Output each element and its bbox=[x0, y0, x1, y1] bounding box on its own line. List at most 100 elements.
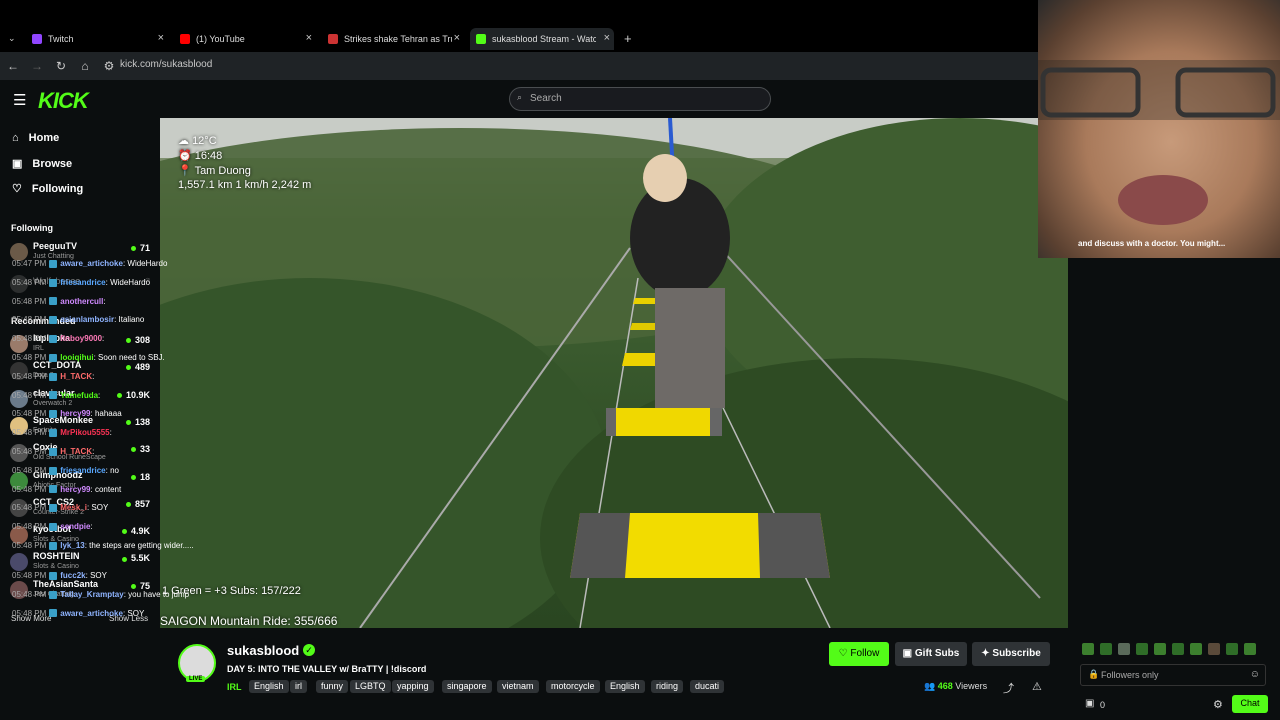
chat-message[interactable]: 05:48 PM friesandrice: no bbox=[12, 466, 204, 476]
chat-message[interactable]: 05:48 PM sendpie: bbox=[12, 522, 204, 532]
chat-username[interactable]: anothercull bbox=[60, 297, 103, 306]
chat-message[interactable]: 05:48 PM Mesk_i: SOY bbox=[12, 503, 204, 513]
chat-username[interactable]: aware_artichoke bbox=[60, 259, 123, 268]
chat-username[interactable]: Yamefuda bbox=[60, 391, 98, 400]
emote-icon[interactable] bbox=[1172, 643, 1184, 655]
share-icon[interactable]: ⤴ bbox=[1003, 680, 1014, 696]
chat-send-button[interactable]: Chat bbox=[1232, 695, 1268, 713]
tab-kick[interactable]: sukasblood Stream - Watch Live × bbox=[470, 28, 614, 50]
tab-list-chevron-icon[interactable]: ⌄ bbox=[8, 33, 16, 44]
chat-message[interactable]: 05:48 PM asianlambosir: Italiano bbox=[12, 315, 204, 325]
home-icon: ⌂ bbox=[12, 132, 19, 144]
new-tab-icon[interactable]: + bbox=[624, 31, 632, 46]
emote-icon[interactable] bbox=[1118, 643, 1130, 655]
reload-icon[interactable]: ↻ bbox=[50, 59, 72, 73]
gift-icon[interactable]: ▣ bbox=[1085, 698, 1094, 709]
chat-username[interactable]: aware_artichoke bbox=[60, 609, 123, 618]
emoji-picker-icon[interactable]: ☺ bbox=[1250, 669, 1260, 680]
chat-message[interactable]: 05:48 PM anothercull: bbox=[12, 297, 204, 307]
chat-username[interactable]: Tallay_Kramptay bbox=[60, 590, 123, 599]
stream-tag[interactable]: funny bbox=[316, 680, 349, 693]
chat-message[interactable]: 05:48 PM friesandrice: WideHardo bbox=[12, 278, 204, 288]
tab-news[interactable]: Strikes shake Tehran as Trump p × bbox=[322, 28, 464, 50]
stream-tag[interactable]: irl bbox=[290, 680, 307, 693]
chat-username[interactable]: asianlambosir bbox=[60, 315, 114, 324]
chat-message[interactable]: 05:48 PM looiqihui: Soon need to SBJ. bbox=[12, 353, 204, 363]
chat-message[interactable]: 05:47 PM aware_artichoke: WideHardo bbox=[12, 259, 204, 269]
emote-icon[interactable] bbox=[1208, 643, 1220, 655]
kick-logo[interactable]: KICK bbox=[38, 88, 89, 114]
chat-input[interactable]: 🔒 Followers only ☺ bbox=[1080, 664, 1266, 686]
stream-tag[interactable]: vietnam bbox=[497, 680, 539, 693]
emote-bar[interactable] bbox=[1082, 643, 1268, 657]
pinned-message[interactable]: and discuss with a doctor. You might... bbox=[1078, 239, 1270, 248]
chat-username[interactable]: MrPikou5555 bbox=[60, 428, 109, 437]
channel-name[interactable]: sukasblood bbox=[227, 643, 299, 658]
menu-icon[interactable]: ☰ bbox=[13, 91, 26, 109]
sidebar-item-following[interactable]: ♡ Following bbox=[12, 182, 83, 196]
close-tab-icon[interactable]: × bbox=[604, 32, 610, 44]
sidebar-item-browse[interactable]: ▣ Browse bbox=[12, 157, 72, 171]
follow-button[interactable]: ♡ Follow bbox=[829, 642, 889, 666]
chat-username[interactable]: hercy99 bbox=[60, 409, 90, 418]
chat-message[interactable]: 05:48 PM Yamefuda: bbox=[12, 391, 204, 401]
chat-message[interactable]: 05:48 PM H_TACK: bbox=[12, 447, 204, 457]
location: 📍 Tam Duong bbox=[178, 165, 251, 177]
back-icon[interactable]: ← bbox=[2, 59, 24, 73]
emote-icon[interactable] bbox=[1136, 643, 1148, 655]
subscribe-button[interactable]: ✦ Subscribe bbox=[972, 642, 1050, 666]
chat-settings-icon[interactable]: ⚙ bbox=[1213, 698, 1223, 711]
stream-tag[interactable]: singapore bbox=[442, 680, 492, 693]
site-info-icon[interactable]: ⚙ bbox=[98, 59, 120, 73]
chat-message[interactable]: 05:48 PM lyk_13: the steps are getting wi… bbox=[12, 541, 204, 551]
emote-icon[interactable] bbox=[1082, 643, 1094, 655]
address-bar[interactable]: kick.com/sukasblood bbox=[120, 59, 212, 70]
category-link[interactable]: IRL bbox=[227, 682, 242, 692]
chat-username[interactable]: hercy99 bbox=[60, 485, 90, 494]
emote-icon[interactable] bbox=[1190, 643, 1202, 655]
chat-message[interactable]: 05:48 PM hercy99: hahaaa bbox=[12, 409, 204, 419]
sidebar-item-home[interactable]: ⌂ Home bbox=[12, 132, 59, 144]
stream-tag[interactable]: English bbox=[249, 680, 289, 693]
chat-username[interactable]: H_TACK bbox=[60, 447, 92, 456]
chat-message[interactable]: 05:48 PM aware_artichoke: SOY bbox=[12, 609, 204, 619]
tab-youtube[interactable]: (1) YouTube × bbox=[174, 28, 316, 50]
stream-tag[interactable]: English bbox=[605, 680, 645, 693]
chat-username[interactable]: friesandrice bbox=[60, 466, 105, 475]
chat-username[interactable]: lyk_13 bbox=[60, 541, 84, 550]
stream-tag[interactable]: yapping bbox=[392, 680, 434, 693]
video-player[interactable]: ☁ 12°C ⏰ 16:48 📍 Tam Duong 1,557.1 km 1 … bbox=[160, 118, 1068, 628]
search-input[interactable]: ⌕ Search bbox=[509, 87, 771, 111]
stream-tag[interactable]: riding bbox=[651, 680, 684, 693]
chat-message[interactable]: 05:48 PM Tallay_Kramptay: you have to jum… bbox=[12, 590, 204, 600]
home-browser-icon[interactable]: ⌂ bbox=[74, 59, 96, 73]
chat-username[interactable]: Mesk_i bbox=[60, 503, 87, 512]
gift-subs-button[interactable]: ▣ Gift Subs bbox=[895, 642, 967, 666]
close-tab-icon[interactable]: × bbox=[454, 32, 460, 44]
chat-username[interactable]: fucc2k bbox=[60, 571, 85, 580]
emote-icon[interactable] bbox=[1226, 643, 1238, 655]
report-icon[interactable]: ⚠ bbox=[1032, 680, 1042, 693]
viewers-icon: 👥 bbox=[924, 681, 936, 691]
chat-username[interactable]: finboy9000 bbox=[60, 334, 102, 343]
emote-icon[interactable] bbox=[1244, 643, 1256, 655]
close-tab-icon[interactable]: × bbox=[158, 32, 164, 44]
chat-message[interactable]: 05:48 PM finboy9000: bbox=[12, 334, 204, 344]
stream-tag[interactable]: ducati bbox=[690, 680, 725, 693]
emote-icon[interactable] bbox=[1154, 643, 1166, 655]
chat-message[interactable]: 05:48 PM H_TACK: bbox=[12, 372, 204, 382]
chat-username[interactable]: friesandrice bbox=[60, 278, 105, 287]
forward-icon[interactable]: → bbox=[26, 59, 48, 73]
chat-username[interactable]: sendpie bbox=[60, 522, 90, 531]
browse-icon: ▣ bbox=[12, 158, 23, 170]
chat-username[interactable]: looiqihui bbox=[60, 353, 93, 362]
close-tab-icon[interactable]: × bbox=[306, 32, 312, 44]
chat-message[interactable]: 05:48 PM fucc2k: SOY bbox=[12, 571, 204, 581]
chat-username[interactable]: H_TACK bbox=[60, 372, 92, 381]
chat-message[interactable]: 05:48 PM MrPikou5555: bbox=[12, 428, 204, 438]
stream-tag[interactable]: motorcycle bbox=[546, 680, 600, 693]
emote-icon[interactable] bbox=[1100, 643, 1112, 655]
stream-tag[interactable]: LGBTQ bbox=[350, 680, 391, 693]
tab-twitch[interactable]: Twitch × bbox=[26, 28, 168, 50]
chat-message[interactable]: 05:48 PM hercy99: content bbox=[12, 485, 204, 495]
